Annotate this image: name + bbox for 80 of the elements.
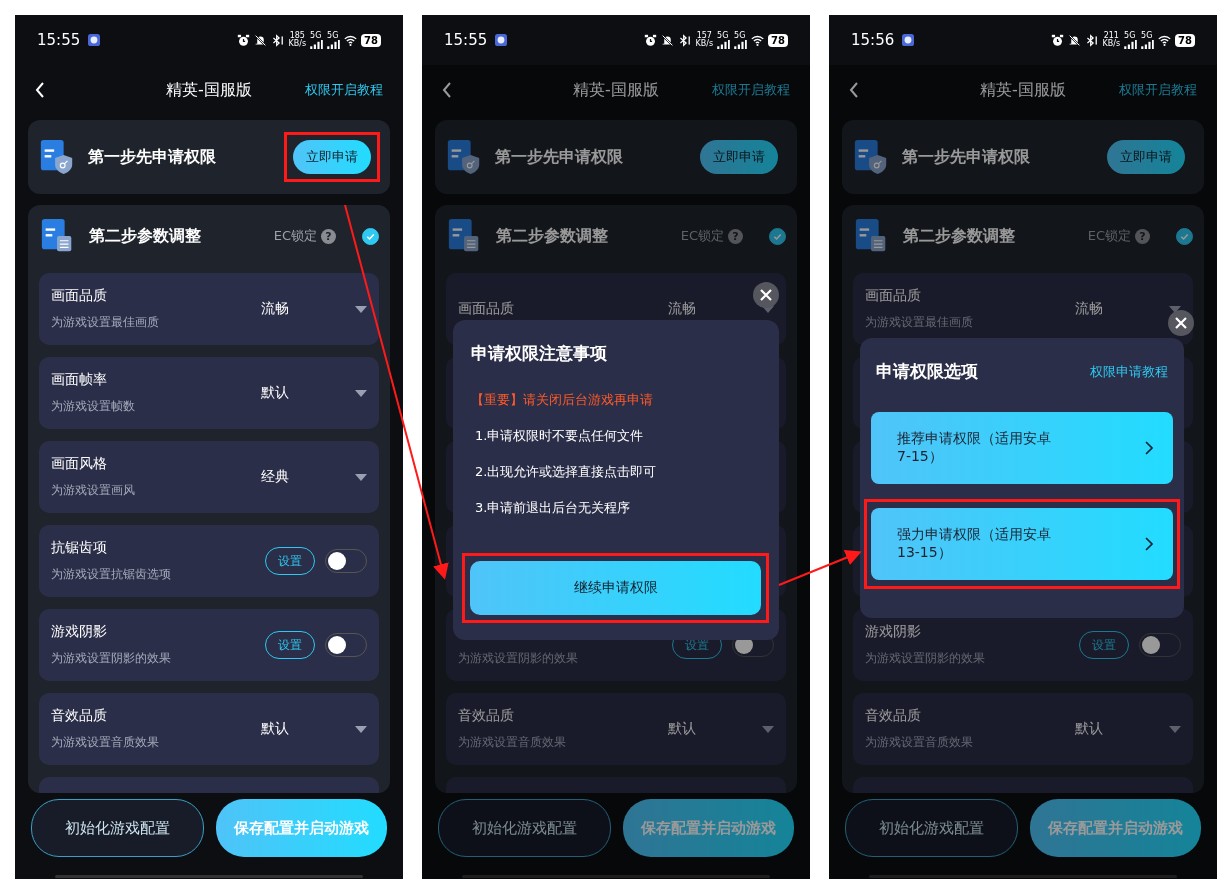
setting-description: 为游戏设置最佳画质: [865, 314, 974, 331]
instruction-text: 3.申请前退出后台无关程序: [474, 499, 632, 517]
help-icon[interactable]: ?: [321, 228, 336, 244]
status-time: 15:55: [37, 31, 81, 49]
speed-unit: KB/s: [288, 40, 307, 48]
setting-description: 为游戏设置阴影的效果: [51, 650, 172, 667]
step-title: 第二步参数调整: [903, 225, 1015, 247]
setting-value[interactable]: 流畅: [668, 300, 696, 318]
setting-description: 为游戏设置音质效果: [51, 734, 160, 751]
battery-indicator: 78: [768, 33, 788, 47]
battery-indicator: 78: [361, 33, 381, 47]
setting-title: 抗锯齿项: [51, 539, 108, 557]
setting-description: 为游戏设置阴影的效果: [865, 650, 986, 667]
network-speed: 185: [289, 32, 305, 40]
setting-title: 游戏阴影: [51, 623, 108, 641]
network-type: 5G: [310, 31, 322, 40]
network-type: 5G: [717, 31, 729, 40]
apply-button[interactable]: 立即申请: [1107, 140, 1185, 174]
setting-title: 画面帧率: [51, 371, 108, 389]
apply-button[interactable]: 立即申请: [700, 140, 778, 174]
step-title: 第一步先申请权限: [88, 146, 216, 168]
network-type: 5G: [1141, 31, 1153, 40]
setting-description: 为游戏设置音质效果: [865, 734, 974, 751]
setting-title: 音效品质: [51, 707, 108, 725]
network-type: 5G: [1124, 31, 1136, 40]
setting-description: 为游戏设置音质效果: [458, 734, 567, 751]
setting-value[interactable]: 默认: [261, 384, 289, 402]
option-button[interactable]: 强力申请权限（适用安卓13-15）: [871, 508, 1173, 580]
setting-title: 画面品质: [865, 287, 922, 305]
lock-label: EC锁定: [680, 227, 724, 245]
step-title: 第二步参数调整: [496, 225, 608, 247]
status-time: 15:55: [444, 31, 488, 49]
speed-unit: KB/s: [695, 40, 714, 48]
instruction-text: 1.申请权限时不要点任何文件: [474, 427, 645, 445]
setting-value[interactable]: 流畅: [1075, 300, 1103, 318]
setting-title: 音效品质: [865, 707, 922, 725]
setting-description: 为游戏设置画风: [51, 482, 136, 499]
network-type: 5G: [734, 31, 746, 40]
page-title: 精英-国服版: [166, 79, 252, 101]
tutorial-link[interactable]: 权限申请教程: [1090, 362, 1168, 381]
network-speed: 211: [1103, 32, 1119, 40]
apply-button[interactable]: 立即申请: [293, 140, 371, 174]
status-time: 15:56: [851, 31, 895, 49]
option-button[interactable]: 推荐申请权限（适用安卓7-15）: [871, 412, 1173, 484]
network-speed: 157: [696, 32, 712, 40]
tutorial-link[interactable]: 权限开启教程: [1119, 81, 1197, 99]
setting-title: 音效品质: [458, 707, 515, 725]
tutorial-link[interactable]: 权限开启教程: [305, 81, 383, 99]
setting-value[interactable]: 流畅: [261, 300, 289, 318]
reset-config-button[interactable]: 初始化游戏配置: [31, 799, 204, 857]
warning-text: 【重要】请关闭后台游戏再申请: [471, 391, 654, 409]
setting-value[interactable]: 默认: [1075, 720, 1103, 738]
page-title: 精英-国服版: [980, 79, 1066, 101]
setting-value[interactable]: 默认: [668, 720, 696, 738]
instruction-text: 2.出现允许或选择直接点击即可: [474, 463, 658, 481]
page-title: 精英-国服版: [573, 79, 659, 101]
setting-title: 画面品质: [51, 287, 108, 305]
setting-description: 为游戏设置帧数: [51, 398, 136, 415]
setting-title: 游戏阴影: [865, 623, 922, 641]
reset-config-button[interactable]: 初始化游戏配置: [845, 799, 1018, 857]
setting-description: 为游戏设置抗锯齿选项: [51, 566, 172, 583]
tutorial-link[interactable]: 权限开启教程: [712, 81, 790, 99]
setting-value[interactable]: 默认: [261, 720, 289, 738]
lock-label: EC锁定: [1087, 227, 1131, 245]
setting-title: 画面风格: [51, 455, 108, 473]
setting-value[interactable]: 经典: [261, 468, 289, 486]
dialog-title: 申请权限选项: [876, 360, 978, 383]
setting-title: 画面品质: [458, 300, 515, 318]
battery-indicator: 78: [1175, 33, 1195, 47]
setting-description: 为游戏设置最佳画质: [51, 314, 160, 331]
step-title: 第一步先申请权限: [902, 146, 1030, 168]
network-type: 5G: [327, 31, 339, 40]
speed-unit: KB/s: [1102, 40, 1121, 48]
reset-config-button[interactable]: 初始化游戏配置: [438, 799, 611, 857]
step-title: 第一步先申请权限: [495, 146, 623, 168]
step-title: 第二步参数调整: [89, 225, 201, 247]
lock-label: EC锁定: [273, 227, 317, 245]
continue-button[interactable]: 继续申请权限: [470, 561, 761, 615]
dialog-title: 申请权限注意事项: [471, 342, 608, 365]
setting-description: 为游戏设置阴影的效果: [458, 649, 579, 667]
